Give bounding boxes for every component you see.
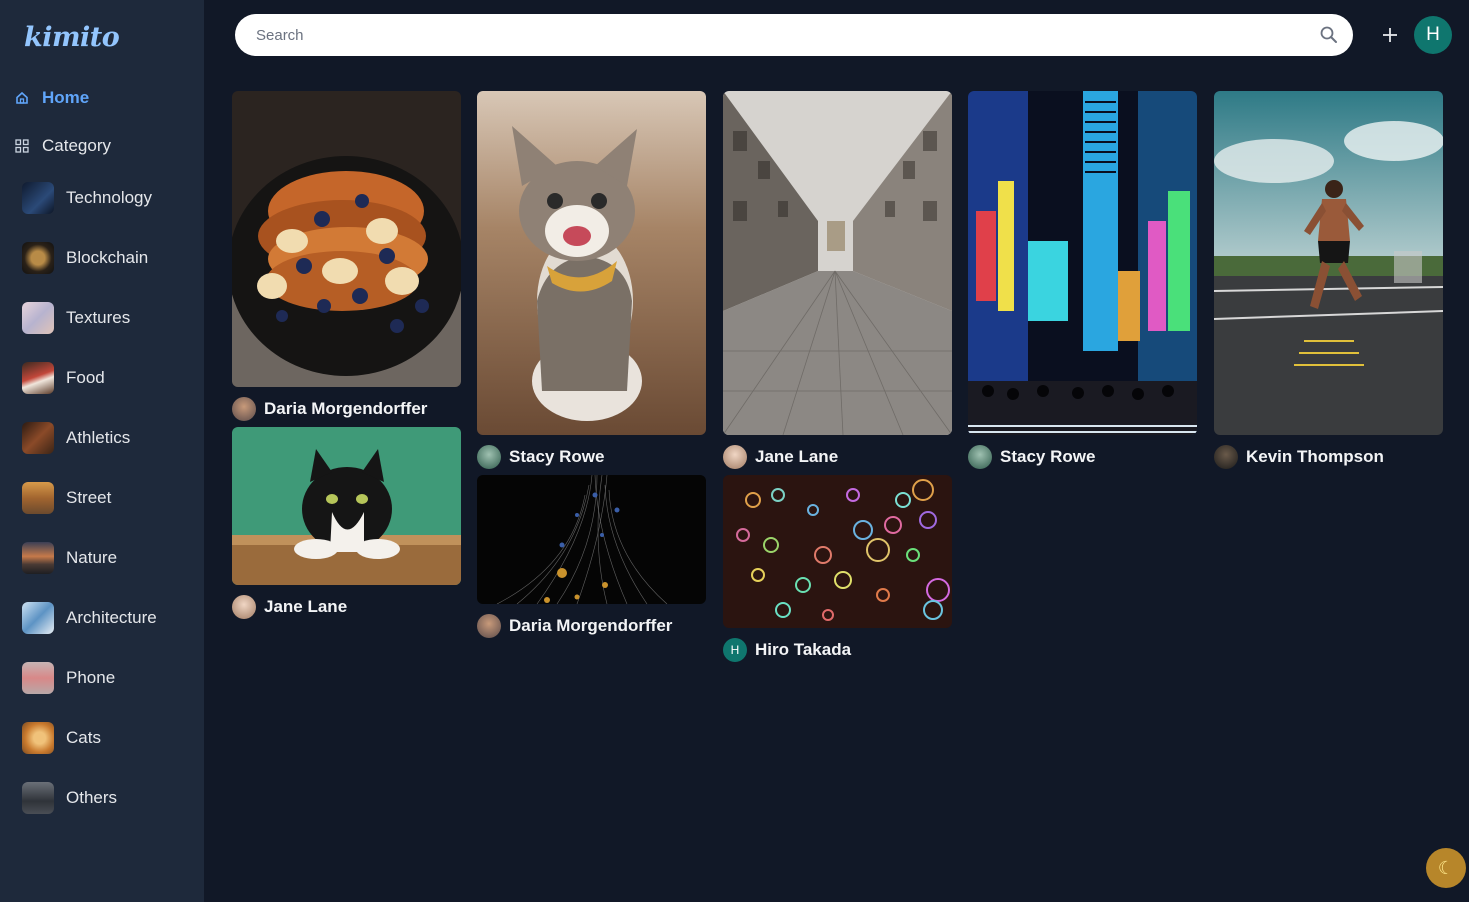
architecture-thumb-icon <box>22 602 54 634</box>
grid-icon <box>14 138 30 154</box>
nav-home[interactable]: Home <box>14 84 89 112</box>
category-item-cats[interactable]: Cats <box>22 721 101 755</box>
add-pin-button[interactable] <box>1376 21 1404 49</box>
nature-thumb-icon <box>22 542 54 574</box>
pin-image-soap-bubbles[interactable] <box>723 475 952 628</box>
pin-image-athlete-training[interactable] <box>1214 91 1443 435</box>
pin-author[interactable]: Kevin Thompson <box>1214 445 1443 469</box>
pin-author[interactable]: Jane Lane <box>723 445 952 469</box>
category-label: Blockchain <box>66 248 149 267</box>
author-name: Stacy Rowe <box>509 447 605 466</box>
cats-thumb-icon <box>22 722 54 754</box>
author-avatar: H <box>723 638 747 662</box>
home-icon <box>14 90 30 106</box>
app-logo[interactable]: kimito <box>24 22 120 53</box>
category-item-street[interactable]: Street <box>22 481 111 515</box>
author-avatar <box>968 445 992 469</box>
nav-home-label: Home <box>42 88 90 107</box>
pin-card[interactable]: Daria Morgendorffer <box>232 91 461 421</box>
category-item-nature[interactable]: Nature <box>22 541 117 575</box>
author-name: Kevin Thompson <box>1246 447 1384 466</box>
theme-toggle-button[interactable]: ☾ <box>1426 848 1466 888</box>
pin-image-meowing-cat[interactable] <box>477 91 706 435</box>
pin-card[interactable]: Stacy Rowe <box>477 91 706 469</box>
author-name: Daria Morgendorffer <box>264 399 428 418</box>
category-item-architecture[interactable]: Architecture <box>22 601 157 635</box>
category-label: Architecture <box>66 608 157 627</box>
category-label: Cats <box>66 728 101 747</box>
category-item-athletics[interactable]: Athletics <box>22 421 130 455</box>
author-avatar <box>1214 445 1238 469</box>
author-avatar <box>723 445 747 469</box>
pin-card[interactable]: Stacy Rowe <box>968 91 1197 469</box>
category-label: Nature <box>66 548 118 567</box>
author-avatar <box>477 445 501 469</box>
category-item-blockchain[interactable]: Blockchain <box>22 241 148 275</box>
pin-image-cat-green-wall[interactable] <box>232 427 461 585</box>
moon-icon: ☾ <box>1437 858 1455 878</box>
category-label: Others <box>66 788 118 807</box>
pin-card[interactable]: Daria Morgendorffer <box>477 475 706 638</box>
athletics-thumb-icon <box>22 422 54 454</box>
food-thumb-icon <box>22 362 54 394</box>
category-item-others[interactable]: Others <box>22 781 117 815</box>
category-label: Phone <box>66 668 116 687</box>
street-thumb-icon <box>22 482 54 514</box>
author-name: Daria Morgendorffer <box>509 616 673 635</box>
nav-category[interactable]: Category <box>14 132 111 160</box>
pin-image-neon-city[interactable] <box>968 91 1197 435</box>
category-item-phone[interactable]: Phone <box>22 661 115 695</box>
category-item-technology[interactable]: Technology <box>22 181 152 215</box>
pin-image-empty-street[interactable] <box>723 91 952 435</box>
textures-thumb-icon <box>22 302 54 334</box>
pin-card[interactable]: H Hiro Takada <box>723 475 952 662</box>
pin-author[interactable]: Jane Lane <box>232 595 461 619</box>
category-item-food[interactable]: Food <box>22 361 105 395</box>
plus-icon <box>1383 28 1397 42</box>
author-name: Stacy Rowe <box>1000 447 1096 466</box>
pin-author[interactable]: Stacy Rowe <box>477 445 706 469</box>
blockchain-thumb-icon <box>22 242 54 274</box>
category-label: Food <box>66 368 105 387</box>
pin-image-french-toast[interactable] <box>232 91 461 387</box>
search-bar[interactable] <box>235 14 1353 56</box>
pin-image-abstract-particles[interactable] <box>477 475 706 604</box>
category-label: Street <box>66 488 112 507</box>
author-avatar <box>232 595 256 619</box>
category-item-textures[interactable]: Textures <box>22 301 130 335</box>
category-label: Athletics <box>66 428 131 447</box>
pin-author[interactable]: H Hiro Takada <box>723 638 952 662</box>
pin-author[interactable]: Daria Morgendorffer <box>477 614 706 638</box>
phone-thumb-icon <box>22 662 54 694</box>
author-avatar <box>477 614 501 638</box>
category-label: Technology <box>66 188 153 207</box>
search-icon[interactable] <box>1319 25 1339 45</box>
pin-author[interactable]: Stacy Rowe <box>968 445 1197 469</box>
nav-category-label: Category <box>42 136 111 155</box>
user-avatar-button[interactable]: H <box>1414 16 1452 54</box>
pin-card[interactable]: Kevin Thompson <box>1214 91 1443 469</box>
pin-author[interactable]: Daria Morgendorffer <box>232 397 461 421</box>
technology-thumb-icon <box>22 182 54 214</box>
author-name: Hiro Takada <box>755 640 852 659</box>
pin-card[interactable]: Jane Lane <box>723 91 952 469</box>
author-name: Jane Lane <box>755 447 839 466</box>
author-avatar <box>232 397 256 421</box>
pin-card[interactable]: Jane Lane <box>232 427 461 619</box>
author-name: Jane Lane <box>264 597 348 616</box>
others-thumb-icon <box>22 782 54 814</box>
category-label: Textures <box>66 308 131 327</box>
sidebar: kimito Home Category Technology Blockcha… <box>0 0 204 902</box>
search-input[interactable] <box>256 26 1296 44</box>
